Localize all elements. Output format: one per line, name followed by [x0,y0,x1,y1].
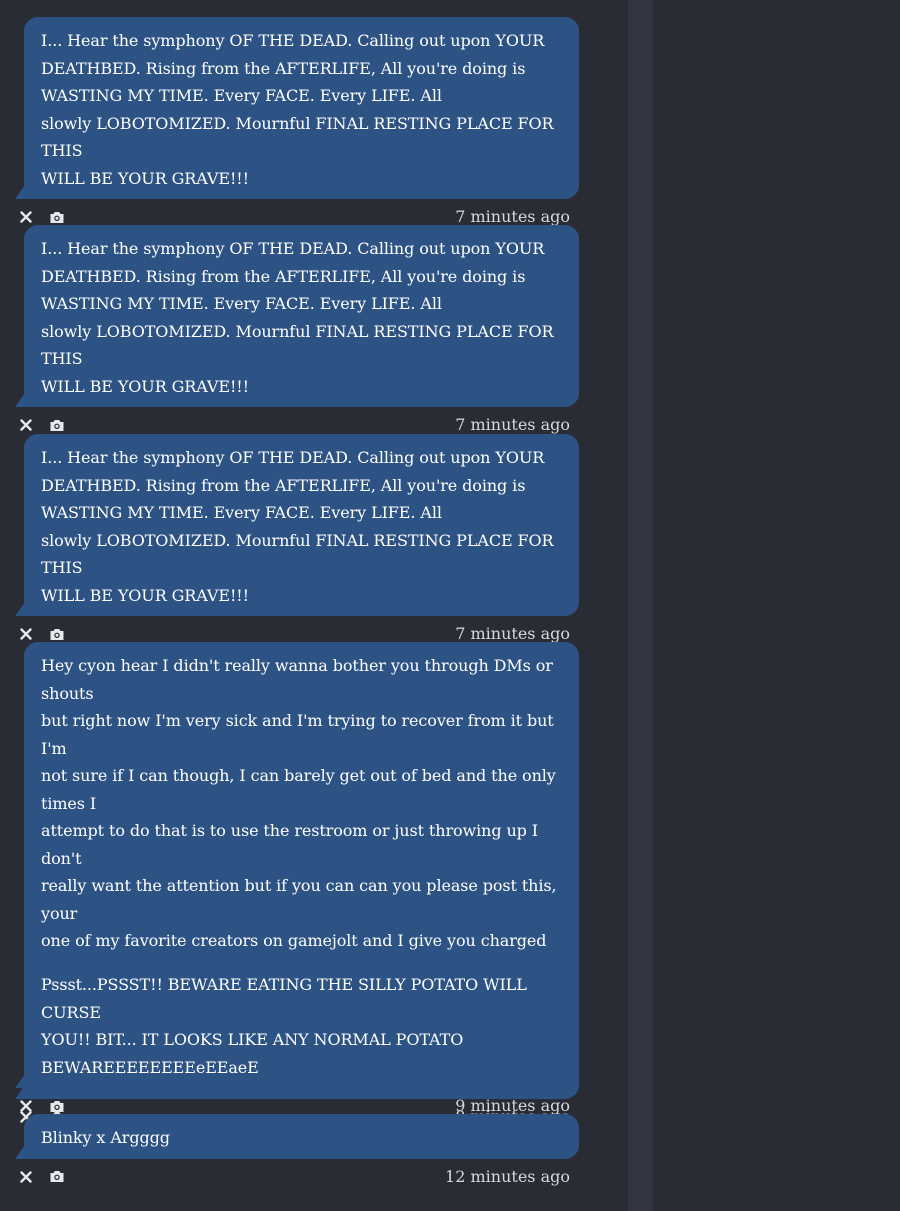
message-item: Pssst...PSSST!! BEWARE EATING THE SILLY … [0,961,628,1124]
message-bubble: I... Hear the symphony OF THE DEAD. Call… [15,225,579,407]
close-icon [20,1100,32,1112]
message-meta: 12 minutes ago [0,1159,580,1195]
screenshot-button[interactable] [46,207,68,227]
close-icon [20,628,32,640]
delete-message-button[interactable] [15,1167,37,1187]
message-bubble: I... Hear the symphony OF THE DEAD. Call… [15,434,579,616]
message-bubble: Blinky x Argggg [15,1114,579,1159]
message-timestamp: 7 minutes ago [455,624,570,643]
delete-message-button[interactable] [15,415,37,435]
message-text: I... Hear the symphony OF THE DEAD. Call… [41,31,554,188]
message-item: Blinky x Argggg 12 minutes ago [0,1114,628,1195]
screenshot-button[interactable] [46,415,68,435]
message-timestamp: 7 minutes ago [455,207,570,226]
delete-message-button[interactable] [15,624,37,644]
screenshot-button[interactable] [46,624,68,644]
camera-icon [50,628,64,640]
close-icon [20,419,32,431]
screenshot-button[interactable] [46,1167,68,1187]
delete-message-button[interactable] [15,1096,37,1116]
close-icon [20,1170,32,1183]
message-text: I... Hear the symphony OF THE DEAD. Call… [41,448,554,605]
side-panel [653,0,900,1211]
message-item: I... Hear the symphony OF THE DEAD. Call… [0,225,628,443]
message-text: I... Hear the symphony OF THE DEAD. Call… [41,239,554,396]
message-timestamp: 7 minutes ago [455,415,570,434]
message-timestamp: 9 minutes ago [455,1096,570,1115]
message-bubble: I... Hear the symphony OF THE DEAD. Call… [15,17,579,199]
shout-feed: I... Hear the symphony OF THE DEAD. Call… [0,0,628,1211]
camera-icon [50,419,64,431]
close-icon [20,211,32,223]
message-text: Blinky x Argggg [41,1128,170,1147]
message-text: Pssst...PSSST!! BEWARE EATING THE SILLY … [41,975,527,1077]
message-timestamp: 12 minutes ago [445,1166,570,1186]
delete-message-button[interactable] [15,207,37,227]
message-bubble: Pssst...PSSST!! BEWARE EATING THE SILLY … [15,961,579,1088]
camera-icon [50,1171,64,1182]
camera-icon [50,211,64,223]
screenshot-button[interactable] [46,1096,68,1116]
message-item: I... Hear the symphony OF THE DEAD. Call… [0,17,628,235]
message-item: I... Hear the symphony OF THE DEAD. Call… [0,434,628,652]
camera-icon [50,1100,64,1112]
scrollbar-gutter[interactable] [628,0,653,1211]
